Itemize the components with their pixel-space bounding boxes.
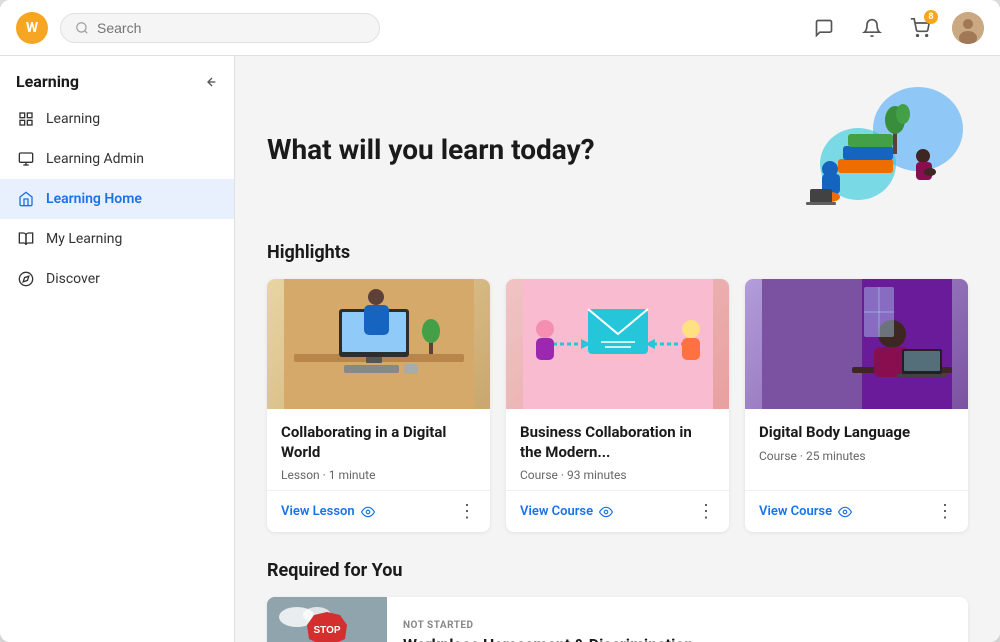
required-title: Required for You: [267, 560, 968, 581]
sidebar-label-discover: Discover: [46, 271, 100, 287]
hero-svg: [748, 84, 968, 214]
sidebar-title: Learning: [16, 72, 79, 91]
sidebar-header: Learning: [0, 56, 234, 99]
grid-icon: [16, 109, 36, 129]
chat-icon-button[interactable]: [808, 12, 840, 44]
card-title-collaborating: Collaborating in a Digital World: [281, 423, 476, 462]
user-avatar[interactable]: [952, 12, 984, 44]
view-course-label-3: View Course: [759, 504, 832, 519]
view-course-button-3[interactable]: View Course: [759, 504, 852, 519]
sidebar-collapse-button[interactable]: [202, 74, 218, 90]
highlights-title: Highlights: [267, 242, 968, 263]
view-course-button-2[interactable]: View Course: [520, 504, 613, 519]
card-thumb-collaborating: [267, 279, 490, 409]
sidebar-label-learning-admin: Learning Admin: [46, 151, 144, 167]
hero-illustration: [748, 84, 968, 214]
admin-icon: [16, 149, 36, 169]
topbar: W 8: [0, 0, 1000, 56]
topbar-actions: 8: [808, 12, 984, 44]
sidebar: Learning Learning: [0, 56, 235, 642]
main-layout: Learning Learning: [0, 56, 1000, 642]
required-status-harassment: NOT STARTED: [403, 620, 693, 631]
card-business: Business Collaboration in the Modern... …: [506, 279, 729, 532]
cart-icon-button[interactable]: 8: [904, 12, 936, 44]
highlights-cards: Collaborating in a Digital World Lesson …: [267, 279, 968, 532]
search-icon: [75, 21, 89, 35]
card-meta-business: Course · 93 minutes: [520, 468, 715, 482]
card-meta-collaborating: Lesson · 1 minute: [281, 468, 476, 482]
thumb-svg-2: [523, 279, 713, 409]
sidebar-item-discover[interactable]: Discover: [0, 259, 234, 299]
card-footer-digital: View Course ⋮: [745, 490, 968, 532]
card-more-button-2[interactable]: ⋮: [697, 501, 715, 522]
content-area: What will you learn today?: [235, 56, 1000, 642]
card-thumb-digital: [745, 279, 968, 409]
sidebar-label-learning-home: Learning Home: [46, 191, 142, 207]
thumb-svg-required: STOP: [267, 597, 387, 642]
chat-icon: [814, 18, 834, 38]
cart-badge: 8: [924, 10, 938, 24]
book-icon: [16, 229, 36, 249]
bell-icon: [862, 18, 882, 38]
thumb-svg-3: [762, 279, 952, 409]
required-thumb-harassment: STOP: [267, 597, 387, 642]
card-body-business: Business Collaboration in the Modern... …: [506, 409, 729, 490]
card-more-button-3[interactable]: ⋮: [936, 501, 954, 522]
hero-section: What will you learn today?: [267, 84, 968, 214]
eye-icon-3: [838, 505, 852, 519]
collapse-icon: [202, 74, 218, 90]
sidebar-item-learning[interactable]: Learning: [0, 99, 234, 139]
compass-icon: [16, 269, 36, 289]
required-body-harassment: NOT STARTED Workplace Harassment & Discr…: [387, 608, 709, 642]
thumb-svg-1: [284, 279, 474, 409]
card-footer-business: View Course ⋮: [506, 490, 729, 532]
card-title-business: Business Collaboration in the Modern...: [520, 423, 715, 462]
bell-icon-button[interactable]: [856, 12, 888, 44]
app-window: W 8: [0, 0, 1000, 642]
hero-title: What will you learn today?: [267, 133, 595, 166]
card-footer-collaborating: View Lesson ⋮: [267, 490, 490, 532]
sidebar-item-learning-admin[interactable]: Learning Admin: [0, 139, 234, 179]
card-meta-digital: Course · 25 minutes: [759, 449, 954, 463]
eye-icon: [361, 505, 375, 519]
sidebar-item-my-learning[interactable]: My Learning: [0, 219, 234, 259]
view-lesson-button[interactable]: View Lesson: [281, 504, 375, 519]
required-item-harassment: STOP NOT STARTED Workplace Harassment & …: [267, 597, 968, 642]
card-body-digital: Digital Body Language Course · 25 minute…: [745, 409, 968, 490]
sidebar-label-learning: Learning: [46, 111, 100, 127]
view-course-label-2: View Course: [520, 504, 593, 519]
card-title-digital: Digital Body Language: [759, 423, 954, 443]
workday-logo[interactable]: W: [16, 12, 48, 44]
avatar-image: [952, 12, 984, 44]
card-collaborating: Collaborating in a Digital World Lesson …: [267, 279, 490, 532]
home-icon: [16, 189, 36, 209]
required-title-harassment: Workplace Harassment & Discrimination: [403, 635, 693, 642]
card-body-collaborating: Collaborating in a Digital World Lesson …: [267, 409, 490, 490]
card-more-button-1[interactable]: ⋮: [458, 501, 476, 522]
svg-text:STOP: STOP: [313, 625, 340, 636]
view-lesson-label: View Lesson: [281, 504, 355, 519]
search-input[interactable]: [97, 20, 365, 36]
sidebar-label-my-learning: My Learning: [46, 231, 122, 247]
eye-icon-2: [599, 505, 613, 519]
search-bar[interactable]: [60, 13, 380, 43]
card-thumb-business: [506, 279, 729, 409]
sidebar-item-learning-home[interactable]: Learning Home: [0, 179, 234, 219]
card-digital: Digital Body Language Course · 25 minute…: [745, 279, 968, 532]
